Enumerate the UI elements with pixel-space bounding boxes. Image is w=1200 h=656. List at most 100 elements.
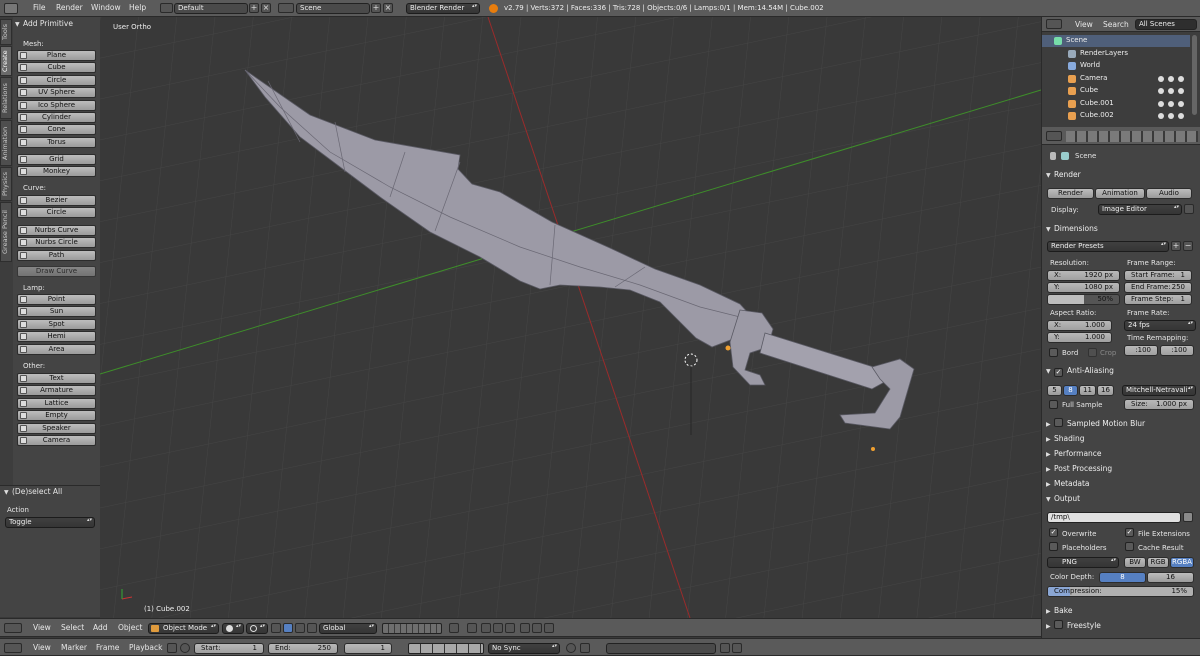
editor-type-icon[interactable] xyxy=(4,3,18,14)
render-toggle-icon[interactable] xyxy=(1178,75,1184,82)
curve-button-path[interactable]: Path xyxy=(17,249,96,261)
tab-tools[interactable]: Tools xyxy=(0,19,12,45)
preset-remove-icon[interactable]: − xyxy=(1183,241,1193,251)
visibility-toggle-icon[interactable] xyxy=(1158,75,1164,82)
post-processing-section-header[interactable]: ▶ Post Processing xyxy=(1046,462,1196,475)
layout-close-icon[interactable]: × xyxy=(261,3,271,13)
visibility-toggle-icon[interactable] xyxy=(1158,100,1164,107)
action-dropdown[interactable]: Toggle xyxy=(5,517,95,528)
remap-new-field[interactable]: :100 xyxy=(1160,345,1194,356)
curve-button-nurbs-curve[interactable]: Nurbs Curve xyxy=(17,225,96,236)
curve-button-circle[interactable]: Circle xyxy=(17,207,96,219)
outliner-item[interactable]: RenderLayers xyxy=(1042,48,1190,60)
outliner-scrollbar[interactable] xyxy=(1192,35,1197,115)
menu-add[interactable]: Add xyxy=(93,621,108,635)
outliner-item[interactable]: Camera xyxy=(1042,73,1190,85)
aspect-x-field[interactable]: X: 1.000 xyxy=(1047,320,1112,331)
render-presets-dropdown[interactable]: Render Presets xyxy=(1047,241,1169,252)
filter-size-field[interactable]: Size: 1.000 px xyxy=(1124,399,1194,410)
pin-icon[interactable] xyxy=(1050,152,1056,160)
compression-slider[interactable]: Compression: 15% xyxy=(1047,586,1194,597)
mesh-button-torus[interactable]: Torus xyxy=(17,136,96,148)
orientation-dropdown[interactable]: Global xyxy=(319,623,377,634)
aa-samples-8[interactable]: 8 xyxy=(1063,385,1078,396)
curve-button-nurbs-circle[interactable]: Nurbs Circle xyxy=(17,237,96,249)
display-toggle-icon[interactable] xyxy=(1184,204,1194,214)
audio-button[interactable]: Audio xyxy=(1146,188,1192,199)
render-anim-icon[interactable] xyxy=(532,623,542,633)
lamp-button-hemi[interactable]: Hemi xyxy=(17,331,96,343)
tab-physics[interactable]: Physics xyxy=(0,167,12,201)
context-tabs[interactable] xyxy=(1066,131,1198,142)
cache-result-checkbox[interactable] xyxy=(1125,542,1134,551)
render-section-header[interactable]: ▼ Render xyxy=(1046,168,1196,181)
freestyle-section-header[interactable]: ▶ Freestyle xyxy=(1046,619,1196,632)
motion-blur-checkbox[interactable] xyxy=(1054,418,1063,427)
render-extra-icon[interactable] xyxy=(544,623,554,633)
outliner-display-dropdown[interactable]: All Scenes xyxy=(1135,19,1197,30)
color-bw-button[interactable]: BW xyxy=(1124,557,1146,568)
playback-controls[interactable] xyxy=(408,643,484,654)
preview-range-icon[interactable] xyxy=(167,643,177,653)
other-button-empty[interactable]: Empty xyxy=(17,410,96,422)
render-engine-dropdown[interactable]: Blender Render xyxy=(406,3,480,14)
snap-element-icon[interactable] xyxy=(493,623,503,633)
menu-render[interactable]: Render xyxy=(56,1,83,15)
layers-grid[interactable] xyxy=(382,623,442,634)
menu-window[interactable]: Window xyxy=(91,1,121,15)
3d-viewport[interactable]: User Ortho (1) Cube.002 xyxy=(100,17,1041,618)
delete-keyframe-icon[interactable] xyxy=(732,643,742,653)
rotate-icon[interactable] xyxy=(295,623,305,633)
preset-add-icon[interactable]: + xyxy=(1171,241,1181,251)
other-button-text[interactable]: Text xyxy=(17,373,96,384)
freestyle-checkbox[interactable] xyxy=(1054,620,1063,629)
outliner-menu-view[interactable]: View xyxy=(1075,18,1093,32)
motion-blur-section-header[interactable]: ▶ Sampled Motion Blur xyxy=(1046,417,1196,430)
bord-checkbox[interactable] xyxy=(1049,348,1058,357)
frame-step-prop[interactable]: Frame Step: 1 xyxy=(1124,294,1192,305)
lamp-button-sun[interactable]: Sun xyxy=(17,306,96,318)
other-button-camera[interactable]: Camera xyxy=(17,435,96,446)
sync-dropdown[interactable]: No Sync xyxy=(488,643,560,654)
end-frame-prop[interactable]: End Frame: 250 xyxy=(1124,282,1192,293)
menu-file[interactable]: File xyxy=(33,1,46,15)
menu-select[interactable]: Select xyxy=(61,621,84,635)
time-clock-icon[interactable] xyxy=(180,643,190,653)
timeline-menu-frame[interactable]: Frame xyxy=(96,641,119,655)
keyframe-record-icon[interactable] xyxy=(566,643,576,653)
color-rgb-button[interactable]: RGB xyxy=(1147,557,1169,568)
file-format-dropdown[interactable]: PNG xyxy=(1047,557,1119,568)
remap-old-field[interactable]: :100 xyxy=(1124,345,1158,356)
res-percent-slider[interactable]: 50% xyxy=(1047,294,1120,305)
output-path-field[interactable]: /tmp\ xyxy=(1047,512,1181,523)
performance-section-header[interactable]: ▶ Performance xyxy=(1046,447,1196,460)
outliner-item[interactable]: Cube.002 xyxy=(1042,110,1190,122)
lock-layers-icon[interactable] xyxy=(449,623,459,633)
outliner-item[interactable]: World xyxy=(1042,60,1190,72)
other-button-speaker[interactable]: Speaker xyxy=(17,422,96,434)
scene-icon[interactable] xyxy=(278,3,294,13)
scene-add-icon[interactable]: + xyxy=(371,3,381,13)
layout-selector[interactable]: Default xyxy=(174,3,248,14)
tab-create[interactable]: Create xyxy=(0,46,12,76)
aa-samples-11[interactable]: 11 xyxy=(1079,385,1096,396)
select-toggle-icon[interactable] xyxy=(1168,113,1174,119)
aa-filter-dropdown[interactable]: Mitchell-Netravali xyxy=(1122,385,1196,396)
mesh-button-plane[interactable]: Plane xyxy=(17,50,96,61)
other-button-lattice[interactable]: Lattice xyxy=(17,397,96,409)
outliner-menu-search[interactable]: Search xyxy=(1103,18,1129,32)
mesh-button-cylinder[interactable]: Cylinder xyxy=(17,112,96,123)
lamp-button-area[interactable]: Area xyxy=(17,343,96,355)
scene-close-icon[interactable]: × xyxy=(383,3,393,13)
frame-rate-dropdown[interactable]: 24 fps xyxy=(1124,320,1196,331)
mesh-button-ico-sphere[interactable]: Ico Sphere xyxy=(17,99,96,111)
outliner-item[interactable]: Cube xyxy=(1042,85,1190,97)
lamp-button-spot[interactable]: Spot xyxy=(17,318,96,330)
aa-samples-5[interactable]: 5 xyxy=(1047,385,1062,396)
insert-keyframe-icon[interactable] xyxy=(720,643,730,653)
render-toggle-icon[interactable] xyxy=(1178,113,1184,119)
curve-button-bezier[interactable]: Bezier xyxy=(17,195,96,206)
snap-icon[interactable] xyxy=(481,623,491,633)
start-frame-field[interactable]: Start: 1 xyxy=(194,643,264,654)
folder-icon[interactable] xyxy=(1183,512,1193,522)
